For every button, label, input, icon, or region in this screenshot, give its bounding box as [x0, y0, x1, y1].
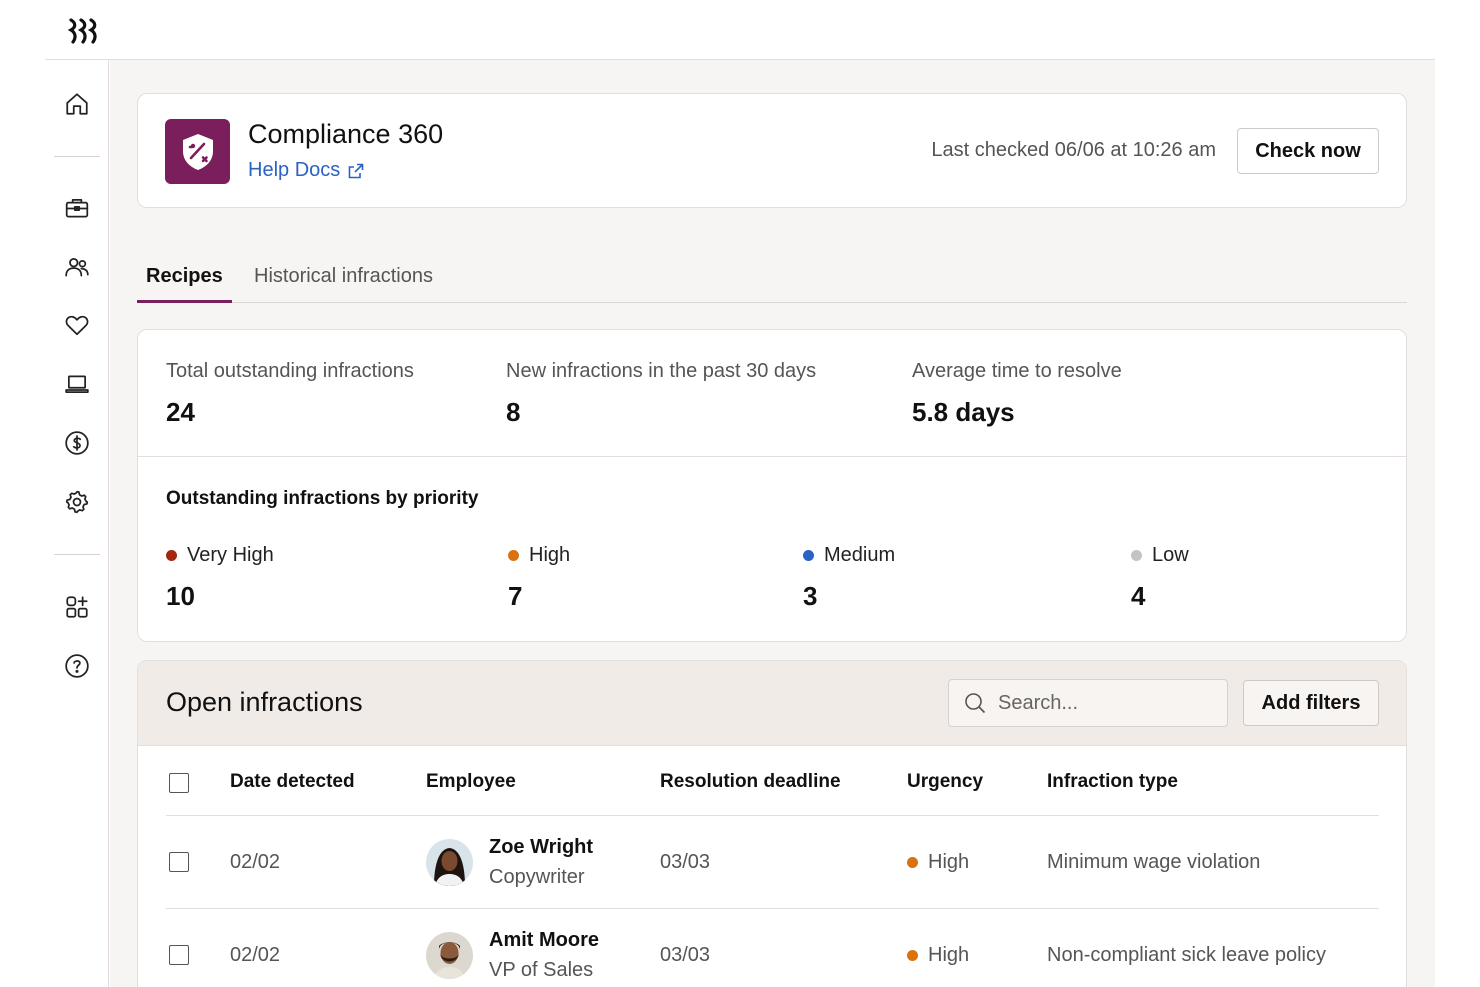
table-toolbar: Open infractions Add filters: [138, 661, 1406, 746]
apps-add-icon[interactable]: [63, 593, 91, 621]
column-header-date[interactable]: Date detected: [230, 771, 355, 793]
medium-dot-icon: [803, 550, 814, 561]
stat-value: 8: [506, 397, 521, 427]
help-icon[interactable]: [63, 652, 91, 680]
urgency-label: High: [928, 851, 970, 873]
add-filters-button[interactable]: Add filters: [1243, 680, 1379, 726]
urgency: High: [907, 944, 969, 967]
row-checkbox[interactable]: [169, 945, 189, 965]
external-link-icon: [348, 163, 364, 178]
tab-historical-infractions[interactable]: Historical infractions: [245, 265, 442, 303]
top-bar: [0, 0, 1480, 60]
priority-label: High: [529, 544, 571, 566]
column-header-deadline[interactable]: Resolution deadline: [660, 771, 841, 793]
infraction-stats-card: Total outstanding infractions 24 New inf…: [137, 329, 1407, 642]
priority-high: High 7: [508, 544, 570, 612]
stat-label: Average time to resolve: [912, 360, 1122, 382]
home-icon[interactable]: [63, 90, 91, 118]
help-docs-label: Help Docs: [248, 159, 341, 181]
infraction-type: Minimum wage violation: [1047, 851, 1261, 873]
resolution-deadline: 03/03: [660, 851, 711, 873]
urgency: High: [907, 851, 969, 874]
people-icon[interactable]: [63, 253, 91, 281]
high-dot-icon: [508, 550, 519, 561]
sidebar-divider: [54, 554, 100, 555]
stat-value: 5.8 days: [912, 397, 1015, 427]
date-detected: 02/02: [230, 944, 281, 966]
row-divider: [166, 815, 1379, 816]
priority-count: 7: [508, 581, 523, 611]
priority-very-high: Very High 10: [166, 544, 274, 612]
select-all-checkbox[interactable]: [169, 773, 189, 793]
stat-average-resolve-time: Average time to resolve 5.8 days: [912, 360, 1122, 428]
priority-count: 10: [166, 581, 195, 611]
priority-low: Low 4: [1131, 544, 1189, 612]
priority-label: Low: [1152, 544, 1189, 566]
laptop-icon[interactable]: [63, 370, 91, 398]
urgency-dot-icon: [907, 950, 918, 961]
heart-icon[interactable]: [63, 311, 91, 339]
low-dot-icon: [1131, 550, 1142, 561]
search-input[interactable]: [998, 691, 1198, 715]
infraction-type: Non-compliant sick leave policy: [1047, 944, 1327, 966]
column-header-employee[interactable]: Employee: [426, 771, 516, 793]
open-infractions-card: Open infractions Add filters Date detect…: [137, 660, 1407, 987]
employee-role: Copywriter: [489, 866, 585, 888]
check-now-button[interactable]: Check now: [1237, 128, 1379, 174]
last-checked-timestamp: Last checked 06/06 at 10:26 am: [931, 139, 1216, 161]
stat-label: New infractions in the past 30 days: [506, 360, 817, 382]
shield-percent-icon: [165, 119, 230, 184]
dollar-icon[interactable]: [63, 429, 91, 457]
rippling-logo-icon[interactable]: [68, 18, 100, 44]
priority-label: Very High: [187, 544, 274, 566]
employee-name: Zoe Wright: [489, 836, 594, 858]
column-header-infraction-type[interactable]: Infraction type: [1047, 771, 1178, 793]
stat-value: 24: [166, 397, 195, 427]
stat-new-infractions: New infractions in the past 30 days 8: [506, 360, 816, 428]
gear-icon[interactable]: [63, 488, 91, 516]
sidebar: [45, 60, 109, 987]
employee-role: VP of Sales: [489, 959, 594, 981]
priority-heading: Outstanding infractions by priority: [166, 488, 479, 509]
tab-bar: Recipes Historical infractions: [137, 265, 1407, 303]
resolution-deadline: 03/03: [660, 944, 711, 966]
table-title: Open infractions: [166, 687, 363, 717]
help-docs-link[interactable]: Help Docs: [248, 159, 364, 182]
stat-total-outstanding: Total outstanding infractions 24: [166, 360, 414, 428]
app-header-card: Compliance 360 Help Docs Last checked 06…: [137, 93, 1407, 208]
sidebar-divider: [54, 156, 100, 157]
search-icon: [965, 693, 986, 714]
row-divider: [166, 908, 1379, 909]
priority-count: 4: [1131, 581, 1146, 611]
avatar: [426, 932, 473, 979]
priority-count: 3: [803, 581, 818, 611]
very-high-dot-icon: [166, 550, 177, 561]
page-title: Compliance 360: [248, 119, 444, 149]
main-content: Compliance 360 Help Docs Last checked 06…: [110, 60, 1435, 987]
urgency-label: High: [928, 944, 970, 966]
priority-label: Medium: [824, 544, 896, 566]
row-checkbox[interactable]: [169, 852, 189, 872]
stat-label: Total outstanding infractions: [166, 360, 414, 382]
urgency-dot-icon: [907, 857, 918, 868]
divider: [138, 456, 1406, 457]
column-header-urgency[interactable]: Urgency: [907, 771, 983, 793]
briefcase-icon[interactable]: [63, 194, 91, 222]
avatar: [426, 839, 473, 886]
search-box: [948, 679, 1228, 727]
date-detected: 02/02: [230, 851, 281, 873]
priority-medium: Medium 3: [803, 544, 895, 612]
employee-name: Amit Moore: [489, 929, 599, 951]
tab-recipes[interactable]: Recipes: [137, 265, 232, 303]
